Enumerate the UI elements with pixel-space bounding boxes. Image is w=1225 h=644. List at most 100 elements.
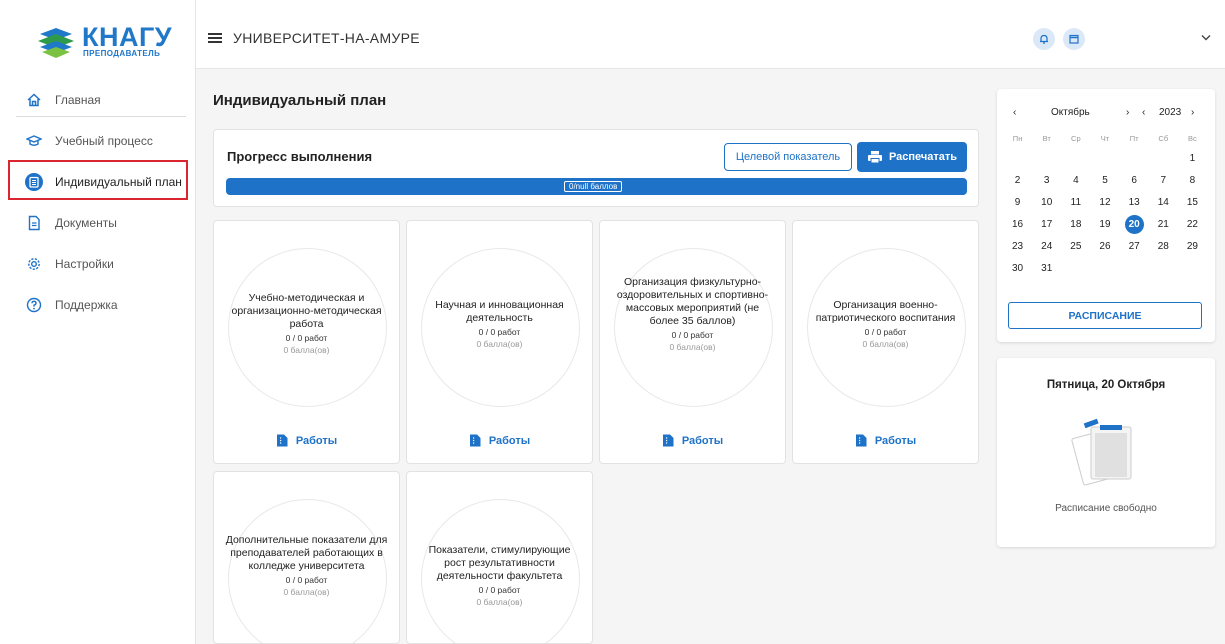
- card-title: Дополнительные показатели для преподават…: [225, 534, 388, 572]
- sidebar: КНАГУ ПРЕПОДАВАТЕЛЬ Главная Учебный проц…: [0, 0, 196, 644]
- plan-card[interactable]: Организация физкультурно-оздоровительных…: [599, 220, 786, 464]
- next-month-button[interactable]: ›: [1126, 107, 1129, 118]
- plan-card[interactable]: Показатели, стимулирующие рост результат…: [406, 471, 593, 644]
- prev-year-button[interactable]: ‹: [1142, 107, 1145, 118]
- works-link[interactable]: Работы: [793, 434, 978, 447]
- calendar-day[interactable]: 9: [1003, 193, 1032, 212]
- calendar-day[interactable]: 27: [1120, 237, 1149, 256]
- card-points: 0 балла(ов): [862, 339, 909, 349]
- card-points: 0 балла(ов): [669, 342, 716, 352]
- day-title: Пятница, 20 Октября: [1046, 379, 1166, 391]
- target-indicator-button[interactable]: Целевой показатель: [724, 143, 852, 171]
- card-count: 0 / 0 работ: [285, 575, 328, 585]
- calendar-day[interactable]: 18: [1061, 215, 1090, 234]
- calendar-month: Октябрь: [1051, 107, 1090, 118]
- calendar-day[interactable]: 30: [1003, 259, 1032, 278]
- calendar-year: 2023: [1159, 107, 1182, 118]
- calendar-day[interactable]: 26: [1090, 237, 1119, 256]
- empty-schedule-text: Расписание свободно: [1055, 503, 1157, 514]
- print-button-label: Распечатать: [888, 151, 958, 163]
- calendar-day[interactable]: 1: [1178, 149, 1207, 168]
- calendar-day[interactable]: 14: [1149, 193, 1178, 212]
- calendar-day: [1003, 149, 1032, 168]
- calendar-weekday: Чт: [1100, 134, 1110, 143]
- card-text: Организация физкультурно-оздоровительных…: [610, 276, 775, 352]
- card-points: 0 балла(ов): [283, 345, 330, 355]
- menu-icon[interactable]: [208, 33, 222, 43]
- calendar-day[interactable]: 31: [1032, 259, 1061, 278]
- print-button[interactable]: Распечатать: [857, 142, 967, 172]
- card-count: 0 / 0 работ: [864, 327, 907, 337]
- plan-card[interactable]: Учебно-методическая и организационно-мет…: [213, 220, 400, 464]
- calendar-day[interactable]: 4: [1061, 171, 1090, 190]
- sidebar-item-settings[interactable]: Настройки: [0, 243, 196, 284]
- calendar-day[interactable]: 10: [1032, 193, 1061, 212]
- works-link[interactable]: Работы: [407, 434, 592, 447]
- schedule-button[interactable]: РАСПИСАНИЕ: [1008, 302, 1202, 329]
- card-points: 0 балла(ов): [283, 587, 330, 597]
- calendar-weekday: Вт: [1042, 134, 1051, 143]
- calendar-day[interactable]: 25: [1061, 237, 1090, 256]
- calendar-day: [1149, 149, 1178, 168]
- card-text: Научная и инновационная деятельность 0 /…: [417, 299, 582, 349]
- works-link[interactable]: Работы: [600, 434, 785, 447]
- calendar-day[interactable]: 17: [1032, 215, 1061, 234]
- document-icon: [276, 434, 288, 447]
- calendar-day[interactable]: 22: [1178, 215, 1207, 234]
- calendar-day[interactable]: 29: [1178, 237, 1207, 256]
- calendar-day[interactable]: 21: [1149, 215, 1178, 234]
- plan-card[interactable]: Научная и инновационная деятельность 0 /…: [406, 220, 593, 464]
- calendar-day[interactable]: 8: [1178, 171, 1207, 190]
- bell-button[interactable]: [1033, 28, 1055, 50]
- card-title: Научная и инновационная деятельность: [435, 299, 564, 324]
- clipboard-icon: [1071, 418, 1132, 486]
- card-count: 0 / 0 работ: [478, 585, 521, 595]
- calendar-day[interactable]: 12: [1090, 193, 1119, 212]
- works-label: Работы: [681, 434, 724, 447]
- calendar-day[interactable]: 13: [1120, 193, 1149, 212]
- logo-subtitle: ПРЕПОДАВАТЕЛЬ: [83, 49, 161, 58]
- document-icon: [662, 434, 674, 447]
- day-schedule-card: Пятница, 20 Октября Расписание свободно: [997, 358, 1215, 547]
- calendar-weekday: Ср: [1071, 134, 1081, 143]
- sidebar-item-home[interactable]: Главная: [0, 79, 196, 120]
- prev-month-button[interactable]: ‹: [1013, 107, 1016, 118]
- gear-icon: [25, 255, 43, 273]
- card-title: Показатели, стимулирующие рост результат…: [428, 544, 571, 582]
- logo[interactable]: КНАГУ ПРЕПОДАВАТЕЛЬ: [36, 22, 172, 62]
- chevron-down-icon[interactable]: [1201, 30, 1211, 44]
- plan-card[interactable]: Дополнительные показатели для преподават…: [213, 471, 400, 644]
- sidebar-item-support[interactable]: Поддержка: [0, 284, 196, 325]
- calendar-day[interactable]: 7: [1149, 171, 1178, 190]
- plan-card[interactable]: Организация военно-патриотического воспи…: [792, 220, 979, 464]
- calendar-button[interactable]: [1063, 28, 1085, 50]
- calendar-day[interactable]: 2: [1003, 171, 1032, 190]
- sidebar-item-documents[interactable]: Документы: [0, 202, 196, 243]
- document-icon: [469, 434, 481, 447]
- next-year-button[interactable]: ›: [1191, 107, 1194, 118]
- graduation-cap-icon: [25, 132, 43, 150]
- bell-icon: [1040, 34, 1048, 44]
- sidebar-item-study[interactable]: Учебный процесс: [0, 120, 196, 161]
- calendar-day[interactable]: 6: [1120, 171, 1149, 190]
- calendar-day-today[interactable]: 20: [1124, 215, 1144, 234]
- works-label: Работы: [874, 434, 917, 447]
- card-title: Учебно-методическая и организационно-мет…: [231, 292, 382, 330]
- card-text: Дополнительные показатели для преподават…: [224, 534, 389, 597]
- calendar-icon: [1069, 34, 1079, 44]
- calendar-day[interactable]: 24: [1032, 237, 1061, 256]
- calendar-day[interactable]: 5: [1090, 171, 1119, 190]
- top-header: УНИВЕРСИТЕТ-НА-АМУРЕ: [196, 0, 1225, 69]
- calendar-day[interactable]: 15: [1178, 193, 1207, 212]
- calendar-day[interactable]: 11: [1061, 193, 1090, 212]
- document-icon: [855, 434, 867, 447]
- calendar-day[interactable]: 23: [1003, 237, 1032, 256]
- calendar-day[interactable]: 28: [1149, 237, 1178, 256]
- calendar-day[interactable]: 19: [1090, 215, 1119, 234]
- header-title: УНИВЕРСИТЕТ-НА-АМУРЕ: [233, 30, 420, 46]
- calendar-day[interactable]: 16: [1003, 215, 1032, 234]
- calendar-weekday: Сб: [1158, 134, 1169, 143]
- calendar-day[interactable]: 3: [1032, 171, 1061, 190]
- works-link[interactable]: Работы: [214, 434, 399, 447]
- works-label: Работы: [488, 434, 531, 447]
